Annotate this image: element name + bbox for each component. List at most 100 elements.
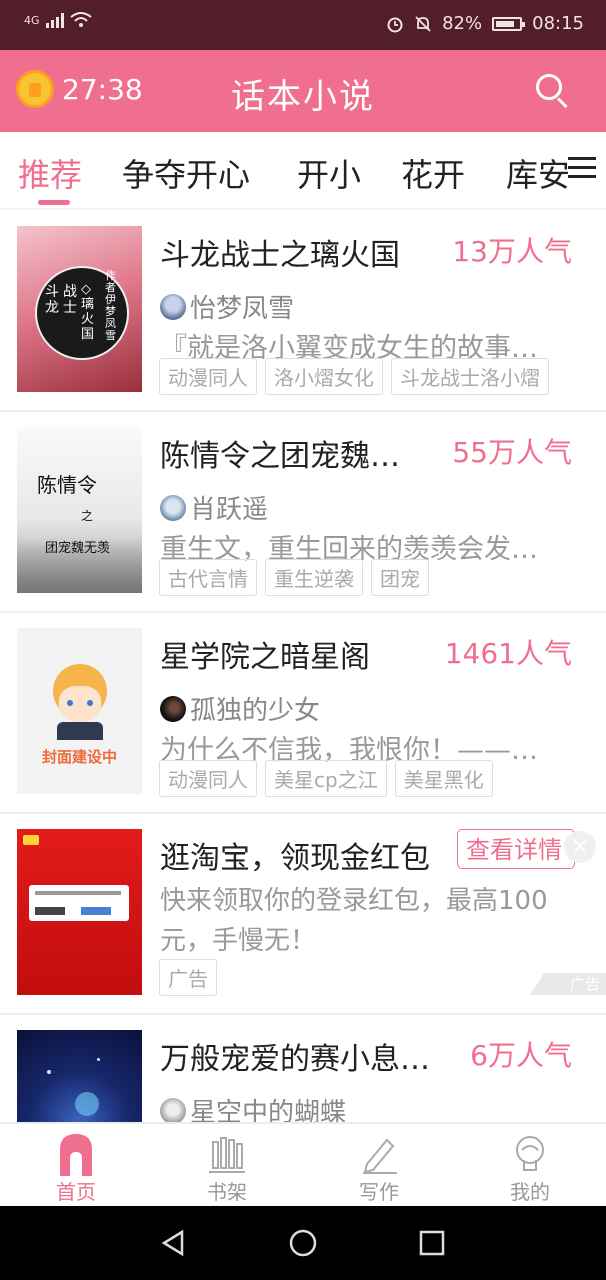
back-icon[interactable] — [158, 1228, 188, 1258]
tag[interactable]: 美星cp之江 — [265, 760, 387, 797]
close-icon[interactable]: × — [564, 831, 596, 863]
book-title[interactable]: 陈情令之团宠魏… — [160, 431, 400, 475]
popularity: 1461人气 — [444, 637, 572, 670]
ad-title[interactable]: 逛淘宝，领现金红包 — [160, 833, 430, 877]
book-title[interactable]: 斗龙战士之璃火国 — [160, 230, 400, 274]
book-cover[interactable]: 封面建设中 — [17, 628, 142, 794]
cover-author: 作者伊梦凤雪 — [105, 269, 116, 342]
avatar — [160, 695, 186, 722]
tab-3[interactable]: 开小 — [297, 150, 361, 196]
cover-text: 之 — [81, 509, 94, 523]
tag-list: 动漫同人 洛小熠女化 斗龙战士洛小熠 — [159, 358, 549, 395]
popularity: 6万人气 — [470, 1039, 572, 1072]
popularity: 13万人气 — [452, 235, 572, 268]
ad-corner-label: 广告 — [569, 975, 600, 993]
pen-icon — [329, 1130, 429, 1176]
author-name: 孤独的少女 — [190, 696, 321, 726]
cover-text: 团宠魏无羡 — [45, 541, 111, 556]
profile-icon — [480, 1130, 580, 1176]
home-icon — [26, 1130, 126, 1176]
cover-text: ◇ — [81, 282, 91, 297]
ad-tag: 广告 — [159, 959, 217, 996]
list-item[interactable]: 斗龙 战士 ◇ 璃火国 作者伊梦凤雪 斗龙战士之璃火国 13万人气 怡梦凤雪 『就… — [0, 210, 606, 412]
ad-item[interactable]: 逛淘宝，领现金红包 查看详情 × 快来领取你的登录红包，最高100元，手慢无！ … — [0, 813, 606, 1015]
tab-5[interactable]: 库安 — [506, 150, 570, 196]
book-cover[interactable]: 陈情令 之 团宠魏无羡 — [17, 427, 142, 593]
wifi-icon — [69, 12, 92, 27]
list-item[interactable]: 陈情令 之 团宠魏无羡 陈情令之团宠魏… 55万人气 肖跃遥 重生文，重生回来的… — [0, 411, 606, 613]
tag-list: 古代言情 重生逆袭 团宠 — [159, 559, 429, 596]
tag[interactable]: 古代言情 — [159, 559, 257, 596]
book-cover[interactable] — [17, 1030, 142, 1122]
status-left: 4G — [24, 12, 92, 28]
tag[interactable]: 斗龙战士洛小熠 — [391, 358, 549, 395]
bottom-navigation: 首页 书架 写作 我的 — [0, 1122, 606, 1208]
ad-corner-badge: 广告 — [530, 973, 606, 995]
tab-2[interactable]: 争夺开心 — [122, 150, 250, 196]
system-navigation-bar — [0, 1206, 606, 1280]
recent-apps-icon[interactable] — [417, 1228, 447, 1258]
cover-text: 战 — [63, 284, 77, 300]
cover-text: 璃 — [81, 297, 95, 312]
cover-text: 斗 — [45, 284, 59, 300]
author-row: 怡梦凤雪 — [160, 288, 294, 325]
nav-profile[interactable]: 我的 — [480, 1130, 580, 1205]
status-time: 08:15 — [532, 13, 584, 34]
bookshelf-icon — [177, 1130, 277, 1176]
nav-home[interactable]: 首页 — [26, 1130, 126, 1205]
cover-text: 国 — [81, 327, 95, 342]
nav-label: 我的 — [510, 1180, 550, 1204]
book-title[interactable]: 星学院之暗星阁 — [160, 632, 370, 676]
tag[interactable]: 洛小熠女化 — [265, 358, 383, 395]
nav-bookshelf[interactable]: 书架 — [177, 1130, 277, 1205]
tab-indicator — [38, 200, 70, 205]
tab-recommend[interactable]: 推荐 — [18, 150, 82, 196]
list-item[interactable]: 万般宠爱的赛小息… 6万人气 星空中的蝴蝶 — [0, 1014, 606, 1122]
ad-description: 快来领取你的登录红包，最高100元，手慢无！ — [160, 886, 548, 956]
author-row: 肖跃遥 — [160, 489, 268, 526]
tag[interactable]: 重生逆袭 — [265, 559, 363, 596]
cover-text: 火 — [81, 312, 95, 327]
avatar — [160, 1097, 186, 1122]
ad-image[interactable] — [17, 829, 142, 995]
search-icon[interactable] — [536, 74, 570, 109]
nav-write[interactable]: 写作 — [329, 1130, 429, 1205]
tag[interactable]: 团宠 — [371, 559, 429, 596]
author-name: 怡梦凤雪 — [190, 294, 295, 324]
tag[interactable]: 动漫同人 — [159, 358, 257, 395]
tag-list: 动漫同人 美星cp之江 美星黑化 — [159, 760, 493, 797]
list-item[interactable]: 封面建设中 星学院之暗星阁 1461人气 孤独的少女 为什么不信我，我恨你！——… — [0, 612, 606, 814]
category-tabs: 推荐 争夺开心 开小 花开 库安 — [0, 132, 606, 210]
cover-text: 龙 — [45, 300, 59, 316]
battery-icon — [492, 16, 526, 31]
signal-icon — [45, 12, 64, 28]
book-list: 斗龙 战士 ◇ 璃火国 作者伊梦凤雪 斗龙战士之璃火国 13万人气 怡梦凤雪 『就… — [0, 210, 606, 1122]
author-name: 肖跃遥 — [190, 495, 269, 525]
nav-label: 写作 — [359, 1180, 399, 1204]
book-title[interactable]: 万般宠爱的赛小息… — [160, 1034, 430, 1078]
author-row: 孤独的少女 — [160, 690, 320, 727]
menu-icon[interactable] — [568, 156, 596, 180]
status-right: 82% 08:15 — [386, 13, 584, 34]
nav-label: 书架 — [207, 1180, 247, 1204]
cover-text: 陈情令 — [37, 473, 97, 497]
avatar — [160, 494, 186, 521]
network-label: 4G — [24, 13, 40, 27]
view-details-button[interactable]: 查看详情 — [457, 829, 575, 869]
cover-text: 封面建设中 — [41, 748, 117, 766]
home-circle-icon[interactable] — [288, 1228, 318, 1258]
avatar — [160, 293, 186, 320]
app-header: 27:38 话本小说 — [0, 50, 606, 132]
mute-icon — [415, 15, 431, 32]
nav-label: 首页 — [56, 1180, 96, 1204]
status-bar: 4G 82% 08:15 — [0, 0, 606, 50]
tag[interactable]: 美星黑化 — [394, 760, 493, 797]
alarm-icon — [387, 17, 403, 32]
popularity: 55万人气 — [452, 436, 572, 469]
tag[interactable]: 动漫同人 — [159, 760, 257, 797]
tab-4[interactable]: 花开 — [401, 150, 465, 196]
battery-percent: 82% — [442, 13, 483, 34]
author-row: 星空中的蝴蝶 — [160, 1092, 346, 1122]
app-title: 话本小说 — [231, 77, 375, 117]
book-cover[interactable]: 斗龙 战士 ◇ 璃火国 作者伊梦凤雪 — [17, 226, 142, 392]
